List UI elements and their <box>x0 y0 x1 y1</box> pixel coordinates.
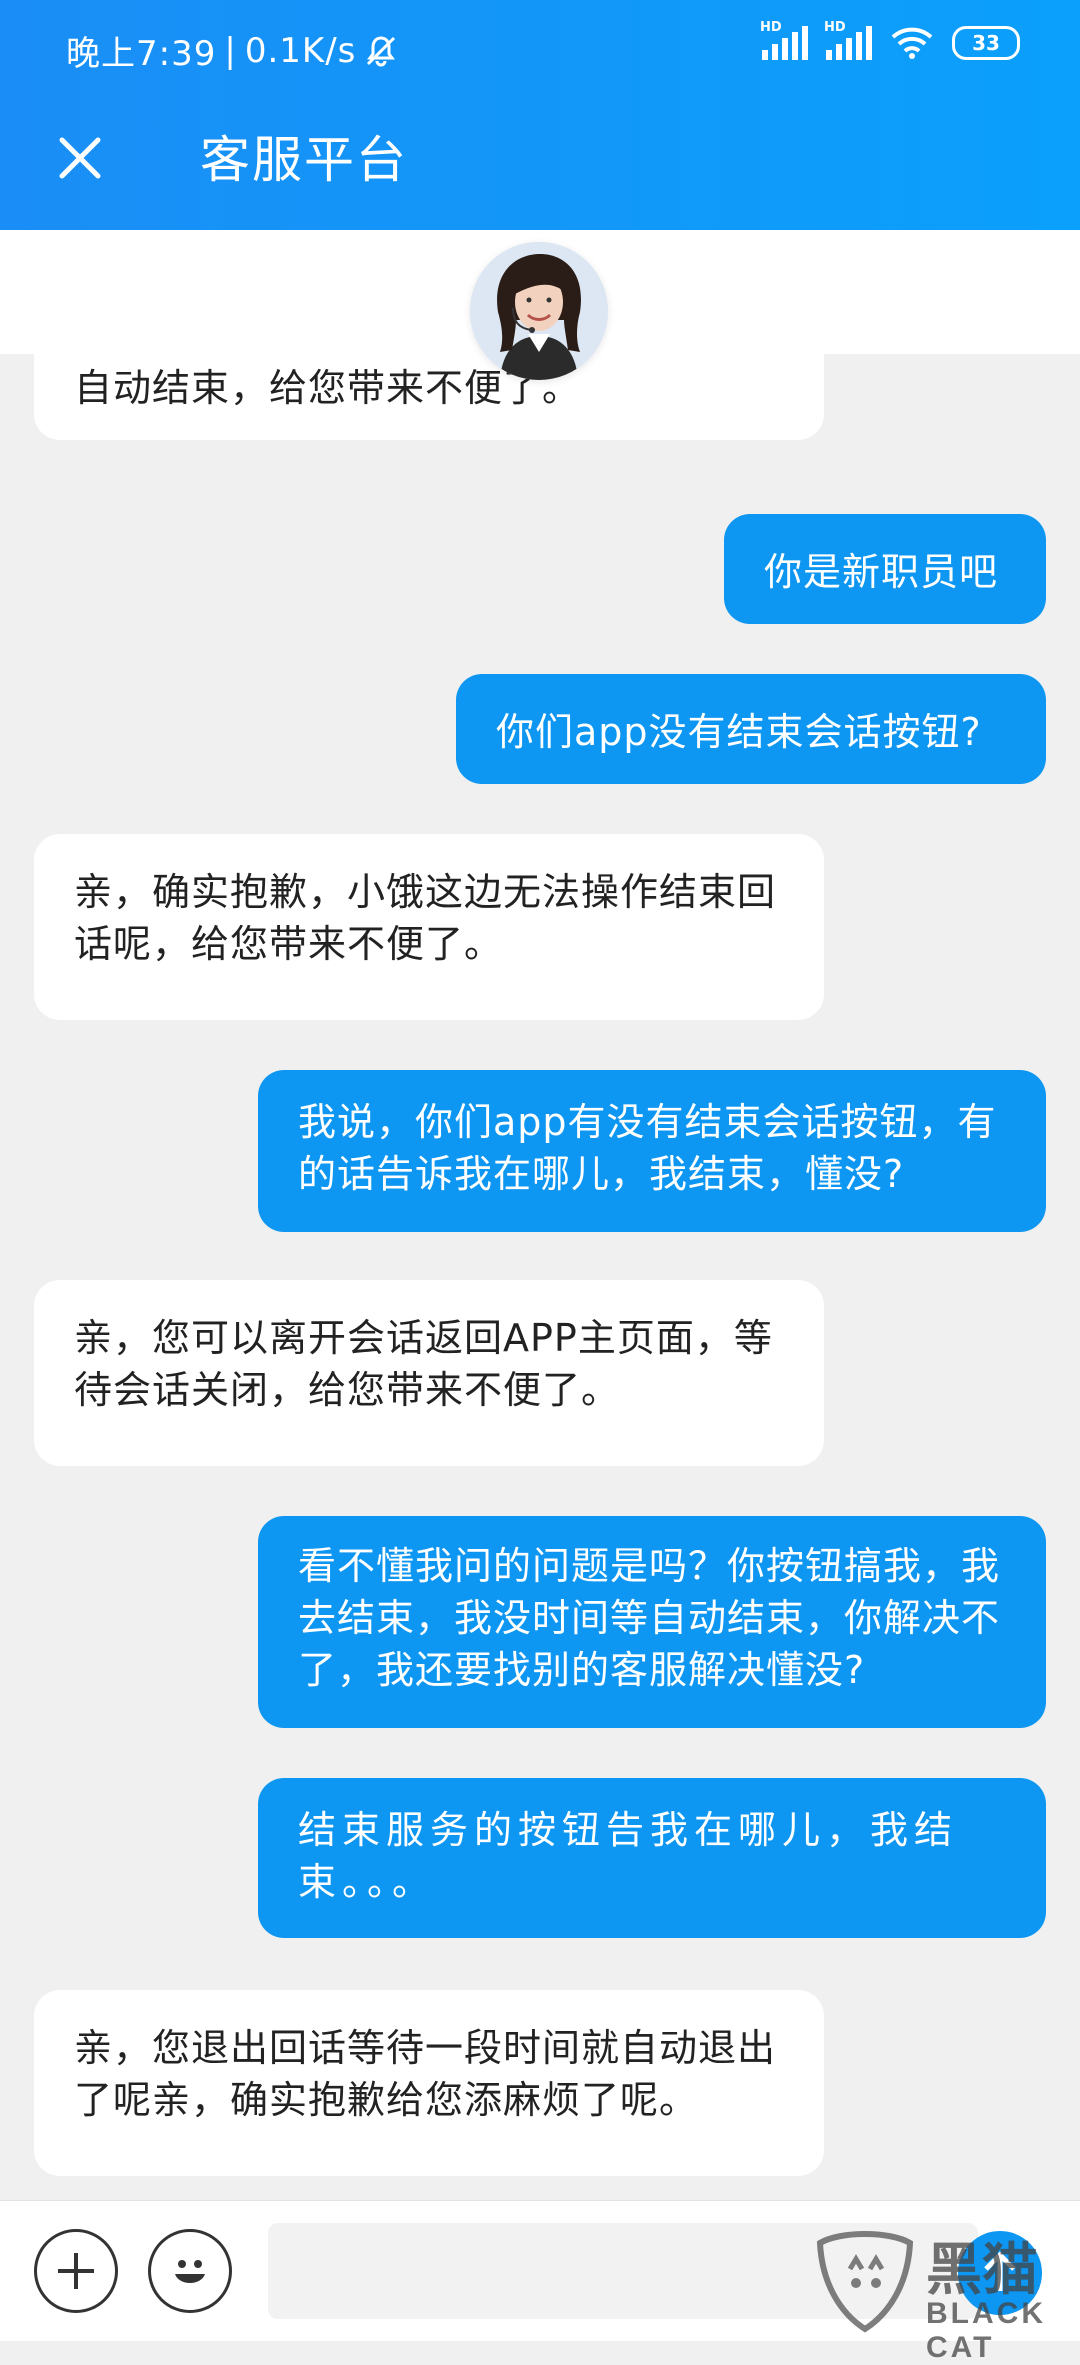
status-bar: 晚上7:39 | 0.1K/s HD HD 33 <box>0 0 1080 100</box>
message-input[interactable] <box>268 2223 978 2319</box>
battery-level: 33 <box>972 31 1000 55</box>
app-header: 晚上7:39 | 0.1K/s HD HD 33 客服平台 <box>0 0 1080 230</box>
input-bar: 黑猫 BLACK CAT <box>0 2200 1080 2364</box>
send-button[interactable] <box>958 2231 1042 2315</box>
agent-message: 自动结束，给您带来不便了。 <box>34 322 824 440</box>
mute-bell-icon <box>367 35 396 66</box>
agent-message: 亲，确实抱歉，小饿这边无法操作结束回话呢，给您带来不便了。 <box>34 834 824 1020</box>
user-message: 结束服务的按钮告我在哪儿，我结束。。。 <box>258 1778 1046 1938</box>
smiley-icon <box>175 2260 205 2283</box>
page-title: 客服平台 <box>200 131 408 189</box>
chat-area[interactable]: 自动结束，给您带来不便了。 你是新职员吧 你们app没有结束会话按钮? 亲，确实… <box>0 322 1080 2200</box>
wifi-icon <box>891 27 933 59</box>
signal-icon: HD <box>824 20 872 60</box>
agent-avatar <box>470 242 608 380</box>
user-message: 看不懂我问的问题是吗？你按钮搞我，我去结束，我没时间等自动结束，你解决不了，我还… <box>258 1516 1046 1728</box>
status-speed: 0.1K/s <box>244 30 357 71</box>
add-button[interactable] <box>34 2229 118 2313</box>
nav-row: 客服平台 <box>0 110 1080 220</box>
battery-icon: 33 <box>952 26 1020 60</box>
close-button[interactable] <box>44 122 116 194</box>
user-message: 我说，你们app有没有结束会话按钮，有的话告诉我在哪儿，我结束，懂没? <box>258 1070 1046 1232</box>
status-time: 晚上7:39 <box>66 34 217 74</box>
emoji-button[interactable] <box>148 2229 232 2313</box>
close-icon <box>59 137 101 179</box>
agent-message: 亲，您退出回话等待一段时间就自动退出了呢亲，确实抱歉给您添麻烦了呢。 <box>34 1990 824 2176</box>
agent-message: 亲，您可以离开会话返回APP主页面，等待会话关闭，给您带来不便了。 <box>34 1280 824 1466</box>
send-arrow-icon <box>984 2251 1016 2291</box>
signal-icon: HD <box>760 20 808 60</box>
plus-icon <box>58 2253 94 2289</box>
user-message: 你是新职员吧 <box>724 514 1046 624</box>
user-message: 你们app没有结束会话按钮? <box>456 674 1046 784</box>
